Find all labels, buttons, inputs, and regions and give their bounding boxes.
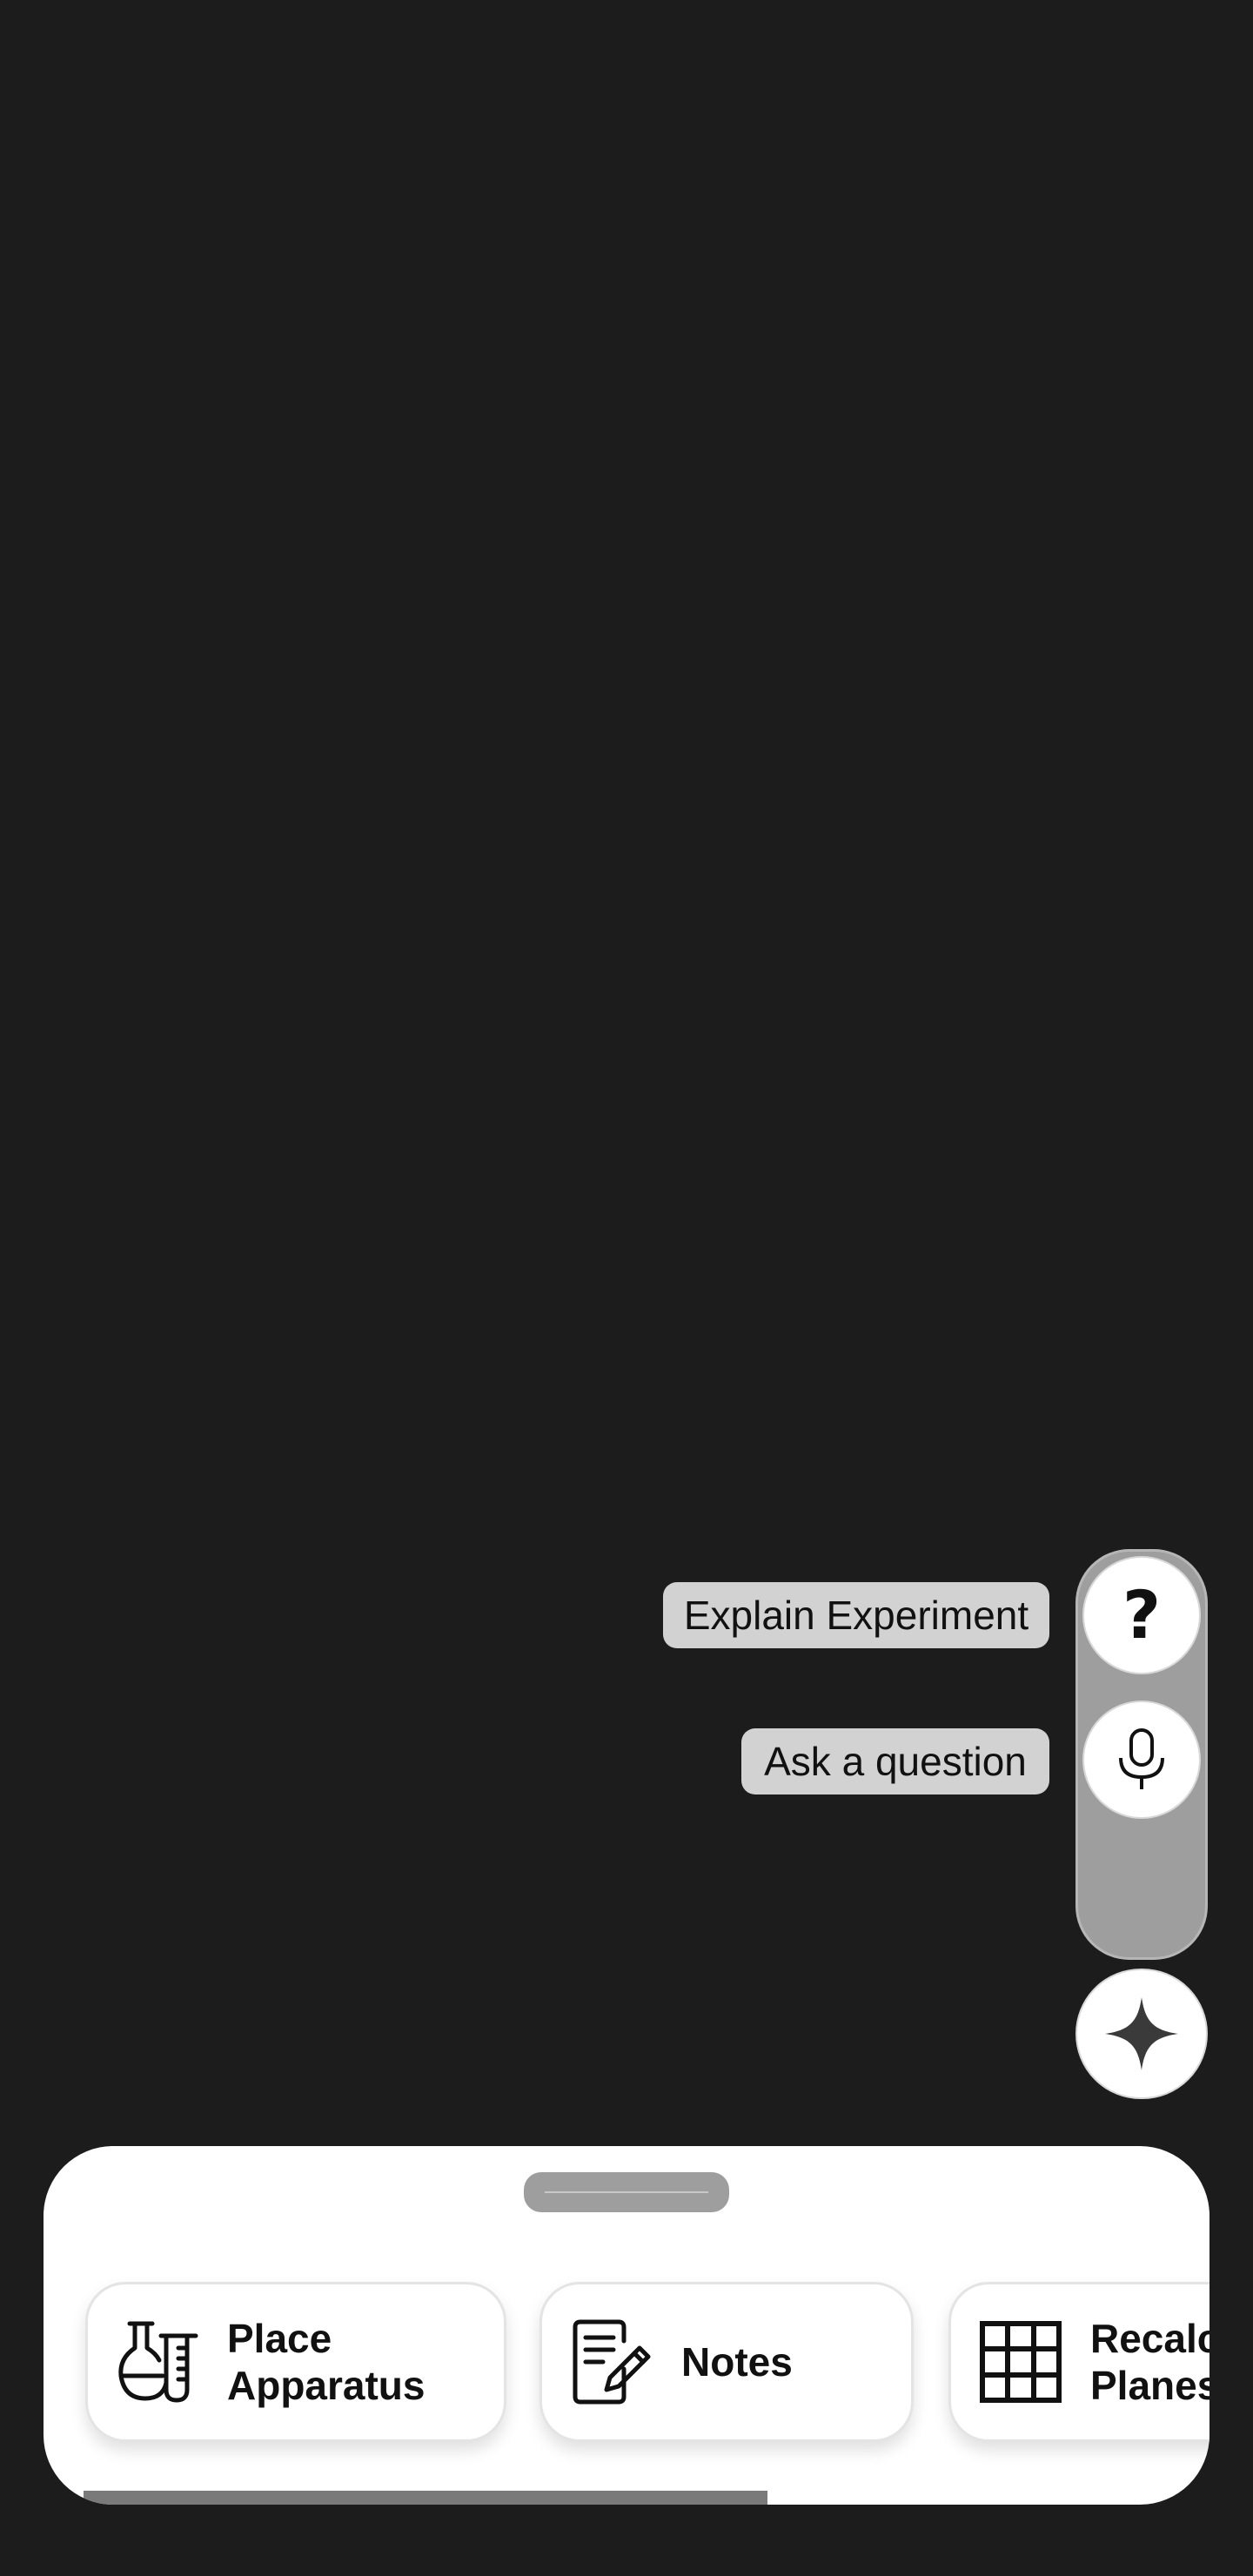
- grid-icon: [980, 2321, 1062, 2403]
- explain-experiment-label[interactable]: Explain Experiment: [663, 1582, 1049, 1648]
- sparkle-icon: [1105, 1997, 1178, 2070]
- tools-bottom-sheet: Place Apparatus Notes Recalc Planes: [44, 2146, 1209, 2505]
- ask-question-label[interactable]: Ask a question: [741, 1728, 1049, 1794]
- ask-question-button[interactable]: [1082, 1701, 1201, 1819]
- notes-pencil-icon: [573, 2319, 651, 2405]
- question-mark-icon: ?: [1122, 1576, 1162, 1654]
- app-viewport: Explain Experiment Ask a question ? Plac…: [0, 0, 1253, 2576]
- notes-label: Notes: [681, 2339, 793, 2385]
- place-apparatus-button[interactable]: Place Apparatus: [85, 2282, 506, 2442]
- explain-experiment-button[interactable]: ?: [1082, 1556, 1201, 1674]
- place-apparatus-label: Place Apparatus: [227, 2316, 425, 2408]
- assistant-toggle-button[interactable]: [1075, 1969, 1208, 2099]
- recalc-planes-label: Recalc Planes: [1090, 2316, 1209, 2408]
- notes-button[interactable]: Notes: [539, 2282, 914, 2442]
- microphone-icon: [1119, 1728, 1164, 1789]
- lab-flask-icon: [118, 2321, 198, 2403]
- recalc-planes-button[interactable]: Recalc Planes: [948, 2282, 1209, 2442]
- tools-horizontal-scrollbar[interactable]: [84, 2491, 767, 2505]
- sheet-drag-handle[interactable]: [524, 2172, 729, 2212]
